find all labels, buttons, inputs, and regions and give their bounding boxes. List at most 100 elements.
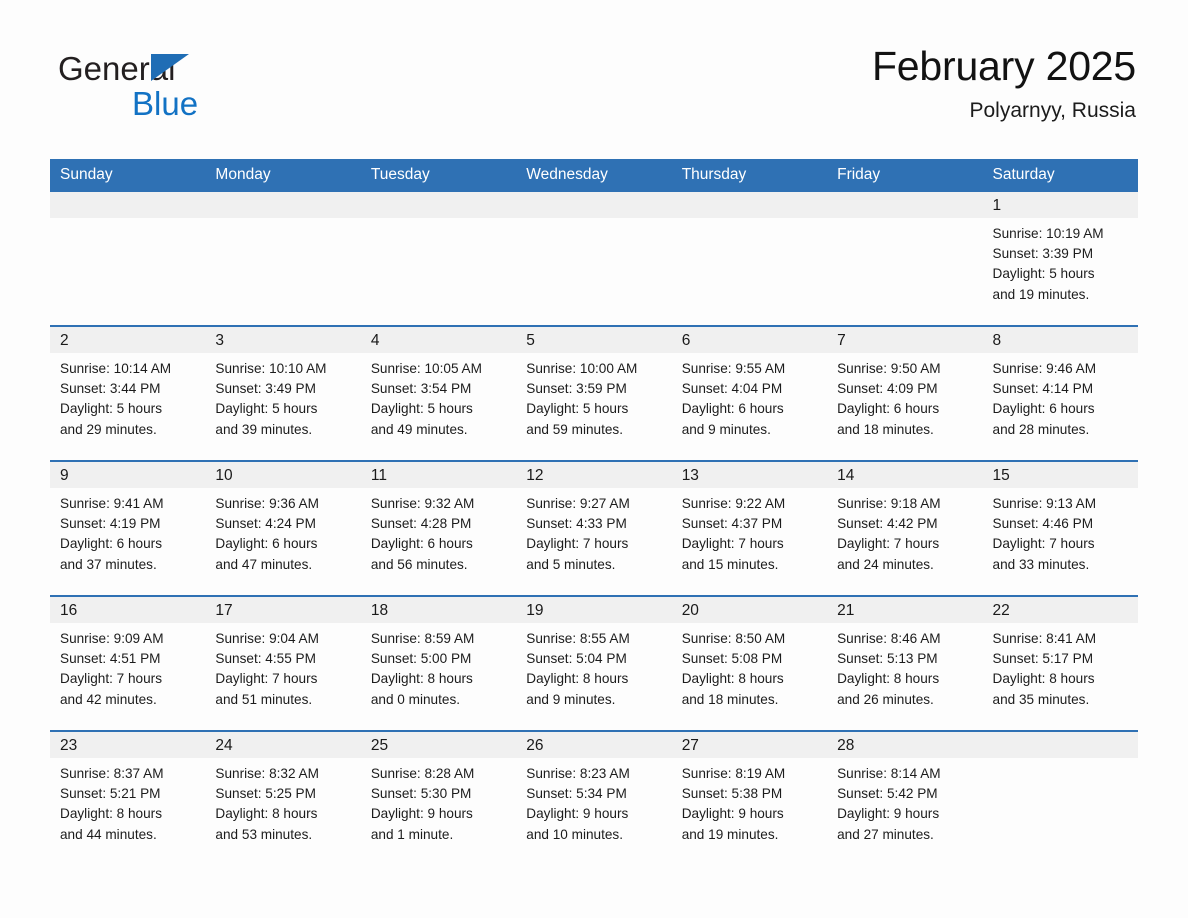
calendar-day-cell[interactable]: 25 Sunrise: 8:28 AM Sunset: 5:30 PM Dayligh…: [360, 732, 517, 865]
sunset-text: Sunset: 4:24 PM: [215, 516, 316, 532]
daylight-text-line2: and 53 minutes.: [215, 826, 313, 842]
sunrise-text: Sunrise: 10:05 AM: [370, 361, 482, 376]
calendar-day-cell[interactable]: 28 Sunrise: 8:14 AM Sunset: 5:42 PM Dayligh…: [827, 732, 983, 865]
calendar-day-cell-empty: [671, 192, 828, 325]
calendar-day-cell[interactable]: 17 Sunrise: 9:04 AM Sunset: 4:55 PM Dayligh…: [205, 597, 361, 730]
day-number: 20: [671, 597, 828, 623]
calendar-day-cell[interactable]: 26 Sunrise: 8:23 AM Sunset: 5:34 PM Dayligh…: [516, 732, 672, 865]
day-number: 27: [671, 732, 828, 758]
day-number: 26: [516, 732, 672, 758]
calendar-day-cell[interactable]: 5 Sunrise: 10:00 AM Sunset: 3:59 PM Dayligh…: [516, 327, 672, 460]
day-number: 23: [50, 732, 206, 758]
day-details: Sunrise: 9:09 AM Sunset: 4:51 PM Daylight:…: [50, 623, 205, 710]
day-details: Sunrise: 8:19 AM Sunset: 5:38 PM Daylight:…: [672, 758, 827, 845]
page-header: General Blue February 2025 Polyarnyy, Ru…: [0, 0, 1188, 123]
calendar-day-cell[interactable]: 1 Sunrise: 10:19 AM Sunset: 3:39 PM Dayligh…: [982, 192, 1138, 325]
calendar-day-cell[interactable]: 9 Sunrise: 9:41 AM Sunset: 4:19 PM Daylight…: [50, 462, 206, 595]
calendar-day-cell[interactable]: 27 Sunrise: 8:19 AM Sunset: 5:38 PM Dayligh…: [671, 732, 828, 865]
calendar-day-cell[interactable]: 4 Sunrise: 10:05 AM Sunset: 3:54 PM Dayligh…: [360, 327, 517, 460]
calendar-day-cell[interactable]: 18 Sunrise: 8:59 AM Sunset: 5:00 PM Dayligh…: [360, 597, 517, 730]
calendar-day-cell[interactable]: 2 Sunrise: 10:14 AM Sunset: 3:44 PM Dayligh…: [50, 327, 206, 460]
calendar-day-cell[interactable]: 23 Sunrise: 8:37 AM Sunset: 5:21 PM Dayligh…: [50, 732, 206, 865]
calendar-day-cell[interactable]: 13 Sunrise: 9:22 AM Sunset: 4:37 PM Dayligh…: [671, 462, 828, 595]
daylight-text-line1: Daylight: 9 hours: [837, 806, 940, 822]
day-number: 21: [827, 597, 983, 623]
day-details: Sunrise: 8:23 AM Sunset: 5:34 PM Daylight:…: [516, 758, 671, 845]
day-number: 1: [982, 192, 1138, 218]
day-number: [982, 732, 1138, 758]
calendar-day-cell[interactable]: 3 Sunrise: 10:10 AM Sunset: 3:49 PM Dayligh…: [205, 327, 361, 460]
daylight-text-line2: and 19 minutes.: [681, 826, 779, 842]
daylight-text-line2: and 47 minutes.: [215, 556, 313, 572]
sunset-text: Sunset: 5:34 PM: [526, 786, 627, 802]
day-details: Sunrise: 8:41 AM Sunset: 5:17 PM Daylight:…: [983, 623, 1138, 710]
calendar-day-cell[interactable]: 12 Sunrise: 9:27 AM Sunset: 4:33 PM Dayligh…: [516, 462, 672, 595]
calendar-day-cell[interactable]: 19 Sunrise: 8:55 AM Sunset: 5:04 PM Dayligh…: [516, 597, 672, 730]
daylight-text-line2: and 28 minutes.: [992, 421, 1090, 437]
calendar-day-cell[interactable]: 15 Sunrise: 9:13 AM Sunset: 4:46 PM Dayligh…: [982, 462, 1138, 595]
daylight-text-line2: and 0 minutes.: [370, 691, 461, 707]
calendar-day-cell[interactable]: 20 Sunrise: 8:50 AM Sunset: 5:08 PM Dayligh…: [671, 597, 828, 730]
calendar-week-row: 16 Sunrise: 9:09 AM Sunset: 4:51 PM Dayligh…: [50, 595, 1138, 731]
day-number: 2: [50, 327, 206, 353]
calendar-day-cell[interactable]: 21 Sunrise: 8:46 AM Sunset: 5:13 PM Dayligh…: [827, 597, 983, 730]
sunrise-text: Sunrise: 8:19 AM: [681, 766, 786, 781]
calendar-day-cell[interactable]: 16 Sunrise: 9:09 AM Sunset: 4:51 PM Dayligh…: [50, 597, 206, 730]
daylight-text-line2: and 49 minutes.: [370, 421, 468, 437]
day-details: Sunrise: 9:55 AM Sunset: 4:04 PM Daylight:…: [672, 353, 827, 440]
sunset-text: Sunset: 4:14 PM: [992, 381, 1094, 397]
calendar-day-cell[interactable]: 14 Sunrise: 9:18 AM Sunset: 4:42 PM Dayligh…: [827, 462, 983, 595]
daylight-text-line2: and 39 minutes.: [215, 421, 313, 437]
daylight-text-line2: and 51 minutes.: [215, 691, 313, 707]
weekday-header-monday: Monday: [205, 159, 361, 192]
sunrise-text: Sunrise: 9:46 AM: [992, 361, 1097, 376]
sunrise-text: Sunrise: 9:09 AM: [60, 631, 164, 646]
day-details: Sunrise: 8:37 AM Sunset: 5:21 PM Daylight:…: [50, 758, 205, 845]
weekday-header-saturday: Saturday: [982, 159, 1138, 192]
day-details: Sunrise: 8:32 AM Sunset: 5:25 PM Daylight:…: [205, 758, 360, 845]
daylight-text-line2: and 27 minutes.: [837, 826, 934, 842]
sunrise-text: Sunrise: 8:23 AM: [526, 766, 630, 781]
general-blue-logo[interactable]: General Blue: [58, 52, 198, 120]
calendar-week-row: 9 Sunrise: 9:41 AM Sunset: 4:19 PM Daylight…: [50, 460, 1138, 596]
daylight-text-line2: and 9 minutes.: [681, 421, 771, 437]
day-number: 7: [827, 327, 983, 353]
title-block: February 2025 Polyarnyy, Russia: [872, 44, 1136, 123]
day-number: 5: [516, 327, 672, 353]
sunset-text: Sunset: 4:19 PM: [60, 516, 161, 532]
day-number: [360, 192, 517, 218]
daylight-text-line1: Daylight: 5 hours: [60, 401, 163, 417]
sunrise-text: Sunrise: 8:55 AM: [526, 631, 630, 646]
sunset-text: Sunset: 5:00 PM: [370, 651, 472, 667]
calendar-day-cell[interactable]: 10 Sunrise: 9:36 AM Sunset: 4:24 PM Dayligh…: [205, 462, 361, 595]
sunrise-text: Sunrise: 10:00 AM: [526, 361, 638, 376]
calendar-day-cell[interactable]: 7 Sunrise: 9:50 AM Sunset: 4:09 PM Daylight…: [827, 327, 983, 460]
daylight-text-line2: and 59 minutes.: [526, 421, 623, 437]
daylight-text-line1: Daylight: 9 hours: [681, 806, 784, 822]
day-details: Sunrise: 9:46 AM Sunset: 4:14 PM Daylight:…: [983, 353, 1138, 440]
sunset-text: Sunset: 5:30 PM: [370, 786, 472, 802]
day-number: [50, 192, 206, 218]
daylight-text-line2: and 19 minutes.: [992, 286, 1090, 302]
calendar-day-cell[interactable]: 11 Sunrise: 9:32 AM Sunset: 4:28 PM Dayligh…: [360, 462, 517, 595]
sunset-text: Sunset: 4:04 PM: [681, 381, 783, 397]
sunset-text: Sunset: 3:39 PM: [992, 246, 1094, 262]
day-details: Sunrise: 9:41 AM Sunset: 4:19 PM Daylight:…: [50, 488, 205, 575]
sunset-text: Sunset: 4:51 PM: [60, 651, 161, 667]
sunrise-text: Sunrise: 9:27 AM: [526, 496, 630, 511]
day-details: Sunrise: 9:13 AM Sunset: 4:46 PM Daylight:…: [983, 488, 1138, 575]
calendar-day-cell[interactable]: 22 Sunrise: 8:41 AM Sunset: 5:17 PM Dayligh…: [982, 597, 1138, 730]
calendar-day-cell[interactable]: 8 Sunrise: 9:46 AM Sunset: 4:14 PM Daylight…: [982, 327, 1138, 460]
calendar-day-cell[interactable]: 24 Sunrise: 8:32 AM Sunset: 5:25 PM Dayligh…: [205, 732, 361, 865]
daylight-text-line1: Daylight: 8 hours: [370, 671, 473, 687]
sunrise-text: Sunrise: 8:41 AM: [992, 631, 1097, 646]
daylight-text-line1: Daylight: 6 hours: [681, 401, 784, 417]
daylight-text-line1: Daylight: 6 hours: [992, 401, 1095, 417]
daylight-text-line2: and 26 minutes.: [837, 691, 934, 707]
daylight-text-line1: Daylight: 7 hours: [681, 536, 784, 552]
calendar-day-cell[interactable]: 6 Sunrise: 9:55 AM Sunset: 4:04 PM Daylight…: [671, 327, 828, 460]
daylight-text-line1: Daylight: 6 hours: [370, 536, 473, 552]
day-number: 4: [360, 327, 517, 353]
calendar-week-row: 2 Sunrise: 10:14 AM Sunset: 3:44 PM Dayligh…: [50, 325, 1138, 461]
daylight-text-line1: Daylight: 7 hours: [526, 536, 629, 552]
